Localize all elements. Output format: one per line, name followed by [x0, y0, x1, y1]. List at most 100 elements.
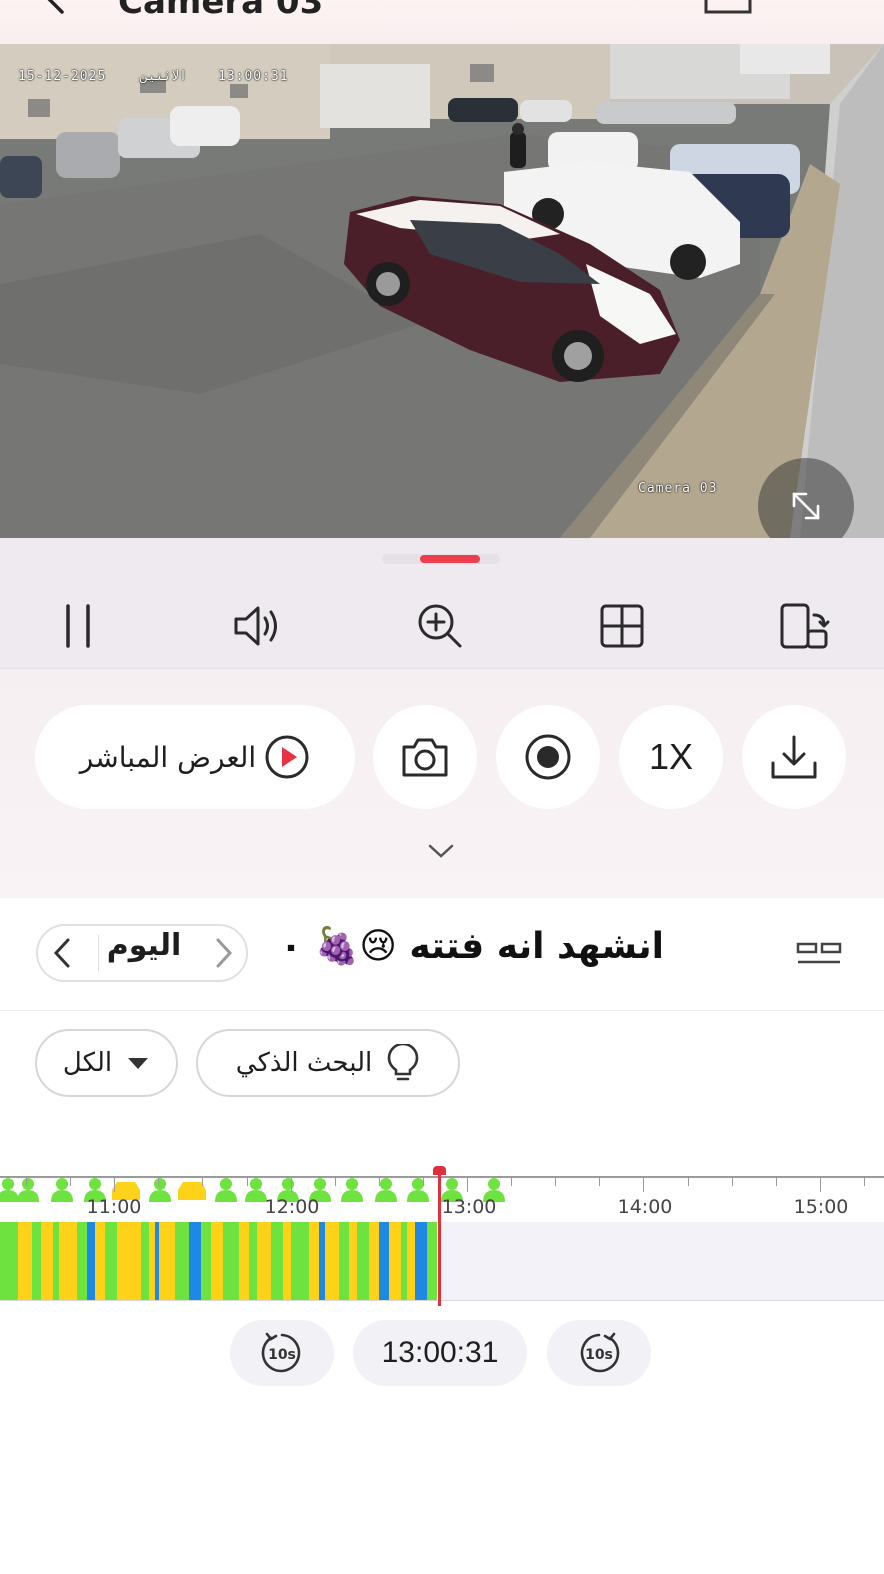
divider	[0, 1300, 884, 1301]
svg-text:10s: 10s	[585, 1347, 613, 1363]
pause-button[interactable]	[48, 598, 108, 654]
page-title: Camera 03	[118, 0, 324, 22]
download-button[interactable]	[742, 705, 846, 809]
chevron-down-icon[interactable]	[424, 838, 458, 864]
osd-time: 13:00:31	[218, 69, 289, 84]
osd-camera-name: Camera 03	[638, 481, 718, 496]
recording-segment-vehicle	[407, 1222, 415, 1300]
recording-segment-motion	[415, 1222, 427, 1300]
recording-segment-vehicle	[283, 1222, 291, 1300]
camera-video-feed[interactable]: 15-12-2025 الاثنين 13:00:31 Camera 03	[0, 44, 884, 538]
volume-button[interactable]	[228, 598, 288, 654]
day-label[interactable]: اليوم	[104, 928, 184, 963]
recording-segment-person	[427, 1222, 437, 1300]
rewind-10s-button[interactable]: 10s	[230, 1320, 334, 1386]
person-event-icon	[0, 1178, 19, 1202]
back-icon[interactable]	[40, 0, 70, 16]
recording-segment-vehicle	[117, 1222, 141, 1300]
timeline-tick	[820, 1176, 821, 1192]
person-event-icon	[341, 1178, 363, 1202]
expand-icon	[792, 492, 820, 520]
timeline-tick	[511, 1176, 512, 1186]
timeline-tick	[732, 1176, 733, 1186]
tick-label-14: 14:00	[617, 1196, 673, 1218]
playback-speed-button[interactable]: 1X	[619, 705, 723, 809]
live-view-label: العرض المباشر	[79, 740, 257, 774]
recording-segment-person	[0, 1222, 18, 1300]
tick-label-13: 13:00	[441, 1196, 497, 1218]
tick-label-11: 11:00	[86, 1196, 142, 1218]
current-time-display: 13:00:31	[353, 1320, 527, 1386]
timeline-tick	[335, 1176, 336, 1186]
camera-icon	[402, 738, 448, 777]
recording-segment-motion	[319, 1222, 325, 1300]
smart-search-button[interactable]: البحث الذكي	[196, 1029, 460, 1097]
zoom-button[interactable]	[410, 598, 470, 654]
person-event-icon	[215, 1178, 237, 1202]
timeline-tick	[247, 1176, 248, 1186]
recording-segment-motion	[87, 1222, 95, 1300]
recording-segment-person	[201, 1222, 211, 1300]
timeline-tick	[158, 1176, 159, 1186]
timeline-tick	[776, 1176, 777, 1186]
recording-segment-motion	[189, 1222, 201, 1300]
recording-segment-person	[291, 1222, 309, 1300]
tick-label-15: 15:00	[793, 1196, 849, 1218]
osd-weekday: الاثنين	[140, 69, 187, 84]
volume-icon	[234, 606, 277, 646]
multi-view-button[interactable]	[592, 598, 652, 654]
video-frame	[0, 44, 884, 538]
live-view-button[interactable]: العرض المباشر	[35, 705, 355, 809]
timeline-tick	[599, 1176, 600, 1186]
timeline-tick	[688, 1176, 689, 1186]
timeline-tick	[26, 1176, 27, 1186]
recording-segment-vehicle	[159, 1222, 175, 1300]
divider	[0, 1010, 884, 1011]
recording-segment-person	[175, 1222, 189, 1300]
speed-label: 1X	[648, 736, 694, 777]
svg-text:10s: 10s	[268, 1347, 296, 1363]
timeline-tick	[379, 1176, 380, 1186]
recording-segment-vehicle	[389, 1222, 401, 1300]
rotate-screen-button[interactable]	[774, 598, 834, 654]
forward-10s-button[interactable]: 10s	[547, 1320, 651, 1386]
view-mode-icon[interactable]	[796, 940, 842, 968]
chevron-left-icon[interactable]	[48, 936, 78, 970]
record-button[interactable]	[496, 705, 600, 809]
divider	[98, 935, 99, 971]
recording-segment-person	[53, 1222, 59, 1300]
recording-segment-vehicle	[211, 1222, 223, 1300]
recording-segment-person	[141, 1222, 149, 1300]
tick-label-12: 12:00	[264, 1196, 320, 1218]
person-event-icon	[407, 1178, 429, 1202]
recording-segment-vehicle	[59, 1222, 77, 1300]
recording-segment-vehicle	[309, 1222, 319, 1300]
download-icon	[771, 735, 817, 779]
recording-segment-vehicle	[239, 1222, 249, 1300]
playhead[interactable]	[438, 1168, 441, 1306]
camera-settings-icon[interactable]	[700, 0, 756, 16]
recording-segment-vehicle	[325, 1222, 339, 1300]
event-type-dropdown[interactable]: الكل	[35, 1029, 178, 1097]
timeline-tick	[467, 1176, 468, 1192]
timeline-tick	[643, 1176, 644, 1192]
recording-segment-vehicle	[369, 1222, 379, 1300]
recording-segment-person	[357, 1222, 369, 1300]
recording-segments[interactable]	[0, 1222, 884, 1300]
zoom-in-icon	[418, 604, 462, 648]
recording-segment-vehicle	[41, 1222, 53, 1300]
recording-segment-motion	[379, 1222, 389, 1300]
snapshot-button[interactable]	[373, 705, 477, 809]
timeline-tick	[202, 1176, 203, 1186]
recording-segment-person	[271, 1222, 283, 1300]
grid-view-icon	[600, 604, 644, 648]
timeline-tick	[114, 1176, 115, 1192]
rotate-screen-icon	[780, 603, 830, 649]
timeline-tick	[864, 1176, 865, 1186]
smart-search-label: البحث الذكي	[235, 1048, 373, 1078]
timeline-axis	[0, 1176, 884, 1178]
caret-down-icon	[128, 1058, 149, 1069]
chevron-right-icon[interactable]	[208, 936, 238, 970]
drag-handle[interactable]	[420, 555, 480, 563]
divider	[0, 668, 884, 669]
